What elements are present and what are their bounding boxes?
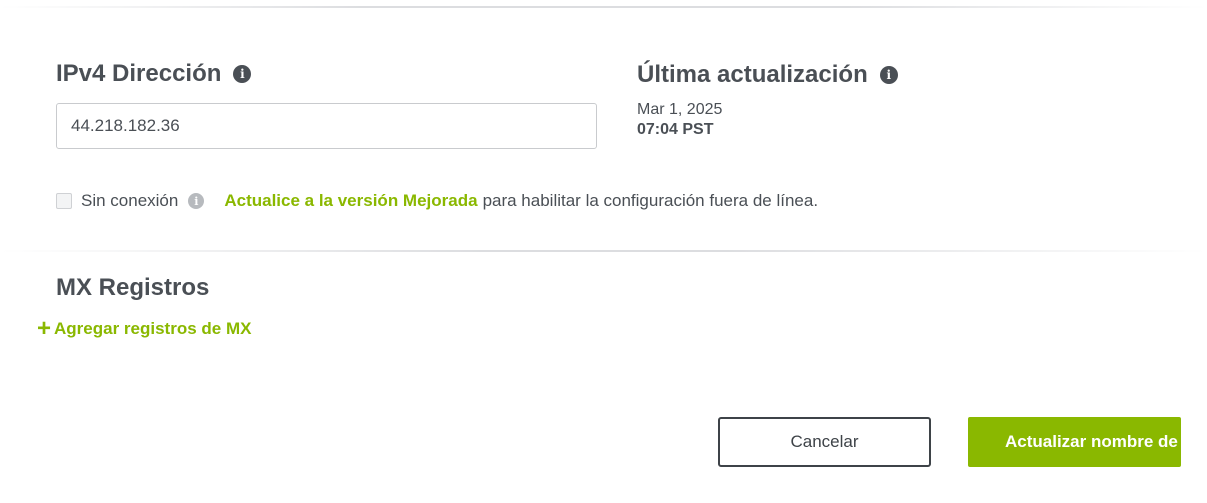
info-icon[interactable]: i <box>188 193 205 209</box>
add-mx-label: Agregar registros de MX <box>54 319 252 338</box>
add-mx-records-link[interactable]: + Agregar registros de MX <box>37 317 251 341</box>
top-divider <box>0 6 1207 8</box>
ipv4-title: IPv4 Dirección <box>56 60 222 87</box>
cancel-button-label: Cancelar <box>790 432 859 451</box>
offline-row: Sin conexión i Actualice a la versión Me… <box>56 191 818 211</box>
upgrade-link[interactable]: Actualice a la versión Mejorada <box>224 191 477 211</box>
mx-title: MX Registros <box>56 274 210 301</box>
info-icon[interactable]: i <box>233 65 252 83</box>
last-updated-time: 07:04 PST <box>637 121 714 138</box>
ipv4-input[interactable] <box>56 103 597 149</box>
mx-heading: MX Registros <box>56 274 209 302</box>
offline-label: Sin conexión <box>81 191 179 210</box>
last-updated-date: Mar 1, 2025 <box>637 101 723 118</box>
plus-icon: + <box>37 315 52 342</box>
offline-checkbox[interactable] <box>56 193 72 209</box>
update-hostname-button[interactable]: Actualizar nombre de <box>968 417 1181 467</box>
ipv4-heading: IPv4 Dirección i <box>56 60 252 88</box>
update-button-label: Actualizar nombre de <box>1005 432 1178 451</box>
cancel-button[interactable]: Cancelar <box>718 417 931 467</box>
last-updated-title: Última actualización <box>637 61 868 88</box>
info-icon[interactable]: i <box>879 66 898 84</box>
section-divider <box>0 250 1207 252</box>
last-updated-heading: Última actualización i <box>637 61 898 89</box>
upgrade-description: para habilitar la configuración fuera de… <box>482 191 819 210</box>
